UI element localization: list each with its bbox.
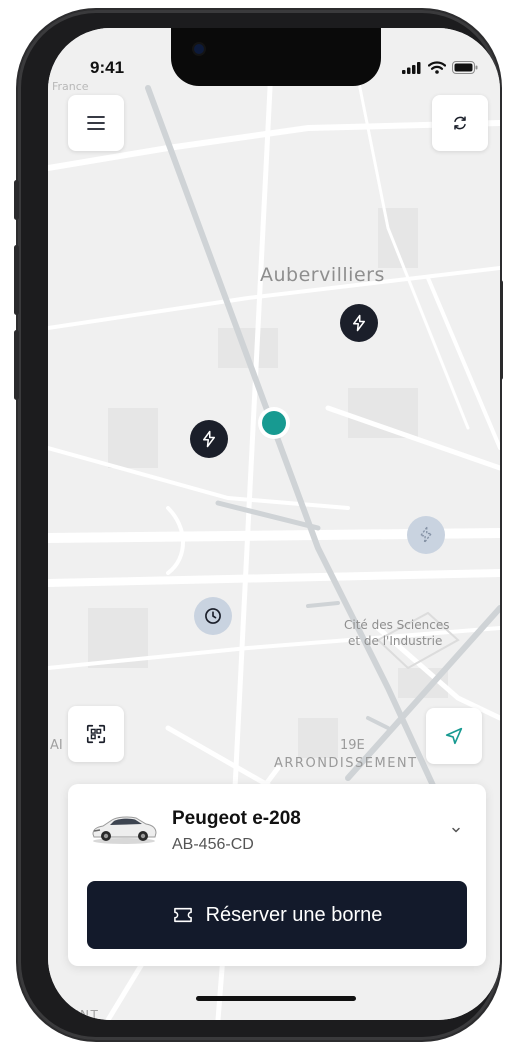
signal-icon xyxy=(402,61,421,74)
home-indicator[interactable] xyxy=(196,996,356,1001)
map-label-left: AI xyxy=(50,738,63,753)
chevron-down-icon[interactable] xyxy=(450,826,462,834)
phone-screen: France Aubervilliers Cité des Sciences e… xyxy=(48,28,500,1020)
volume-up-button xyxy=(14,245,19,315)
user-location-dot xyxy=(262,411,286,435)
map-label-bottom-2: EMENT xyxy=(50,1008,100,1020)
vehicle-name: Peugeot e-208 xyxy=(172,808,301,829)
front-camera xyxy=(194,44,204,54)
charging-station-pin[interactable] xyxy=(190,420,228,458)
bolt-icon xyxy=(353,314,365,332)
navigation-arrow-icon xyxy=(445,727,463,745)
bolt-icon xyxy=(203,430,215,448)
map-label-bottom-1: E xyxy=(52,990,60,1004)
bolt-off-icon xyxy=(420,526,432,544)
charging-station-pin-unavailable[interactable] xyxy=(407,516,445,554)
map-label-poi-line1: Cité des Sciences xyxy=(344,618,450,632)
wifi-icon xyxy=(428,61,446,74)
refresh-button[interactable] xyxy=(432,95,488,151)
battery-icon xyxy=(452,61,478,74)
notch xyxy=(171,28,381,86)
menu-button[interactable] xyxy=(68,95,124,151)
car-image xyxy=(92,816,157,844)
mute-switch xyxy=(14,180,19,220)
status-icons xyxy=(402,61,478,74)
map-label-city: Aubervilliers xyxy=(260,264,385,286)
charging-station-pin[interactable] xyxy=(340,304,378,342)
vehicle-card: Peugeot e-208 AB-456-CD Réserver une bor… xyxy=(68,784,486,966)
map-label-poi-line2: et de l'Industrie xyxy=(348,634,443,648)
reserve-station-button[interactable]: Réserver une borne xyxy=(87,881,467,949)
status-time: 9:41 xyxy=(90,58,125,77)
scheduled-station-pin[interactable] xyxy=(194,597,232,635)
clock-icon xyxy=(205,608,221,624)
refresh-icon xyxy=(454,116,466,130)
scan-qr-button[interactable] xyxy=(68,706,124,762)
qr-scan-icon xyxy=(86,724,106,744)
map-label-france: France xyxy=(52,80,89,93)
hamburger-icon xyxy=(87,116,105,130)
reserve-button-label: Réserver une borne xyxy=(205,903,383,926)
ticket-icon xyxy=(173,907,192,923)
locate-me-button[interactable] xyxy=(426,708,482,764)
map-label-district-number: 19E xyxy=(340,738,365,753)
vehicle-plate: AB-456-CD xyxy=(172,836,254,853)
map-label-district: ARRONDISSEMENT xyxy=(274,756,418,771)
volume-down-button xyxy=(14,330,19,400)
